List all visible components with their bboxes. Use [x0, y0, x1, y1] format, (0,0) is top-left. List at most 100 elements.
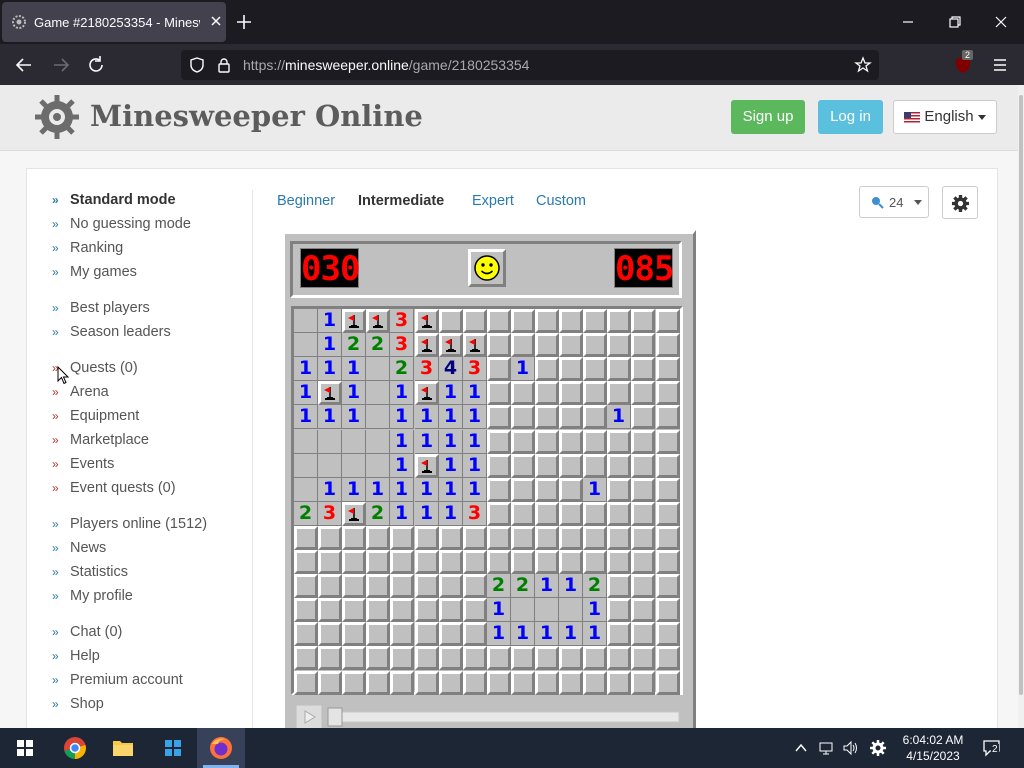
closed-cell[interactable] — [656, 574, 680, 598]
closed-cell[interactable] — [631, 526, 655, 550]
empty-cell[interactable] — [366, 454, 390, 478]
sidebar-item-players-online[interactable]: » Players online (1512) — [52, 516, 207, 532]
empty-cell[interactable] — [294, 309, 318, 333]
closed-cell[interactable] — [390, 622, 414, 646]
closed-cell[interactable] — [631, 430, 655, 454]
closed-cell[interactable] — [583, 671, 607, 695]
closed-cell[interactable] — [511, 333, 535, 357]
closed-cell[interactable] — [487, 502, 511, 526]
number-cell[interactable]: 1 — [607, 405, 631, 429]
closed-cell[interactable] — [511, 430, 535, 454]
closed-cell[interactable] — [342, 574, 366, 598]
sidebar-item-event-quests[interactable]: » Event quests (0) — [52, 480, 176, 496]
closed-cell[interactable] — [415, 671, 439, 695]
closed-cell[interactable] — [439, 646, 463, 670]
flagged-cell[interactable] — [415, 381, 439, 405]
closed-cell[interactable] — [656, 502, 680, 526]
number-cell[interactable]: 1 — [439, 478, 463, 502]
number-cell[interactable]: 1 — [294, 405, 318, 429]
tracking-shield-icon[interactable] — [188, 56, 206, 74]
number-cell[interactable]: 1 — [463, 405, 487, 429]
number-cell[interactable]: 1 — [559, 574, 583, 598]
number-cell[interactable]: 1 — [415, 502, 439, 526]
number-cell[interactable]: 1 — [318, 333, 342, 357]
closed-cell[interactable] — [607, 646, 631, 670]
closed-cell[interactable] — [656, 646, 680, 670]
number-cell[interactable]: 1 — [439, 502, 463, 526]
closed-cell[interactable] — [559, 478, 583, 502]
number-cell[interactable]: 1 — [463, 454, 487, 478]
closed-cell[interactable] — [607, 598, 631, 622]
closed-cell[interactable] — [439, 598, 463, 622]
closed-cell[interactable] — [583, 333, 607, 357]
closed-cell[interactable] — [511, 526, 535, 550]
closed-cell[interactable] — [535, 502, 559, 526]
number-cell[interactable]: 1 — [463, 381, 487, 405]
number-cell[interactable]: 1 — [342, 405, 366, 429]
closed-cell[interactable] — [535, 646, 559, 670]
number-cell[interactable]: 1 — [511, 357, 535, 381]
lock-icon[interactable] — [215, 56, 233, 74]
closed-cell[interactable] — [583, 646, 607, 670]
number-cell[interactable]: 2 — [511, 574, 535, 598]
closed-cell[interactable] — [631, 550, 655, 574]
closed-cell[interactable] — [390, 646, 414, 670]
closed-cell[interactable] — [487, 333, 511, 357]
closed-cell[interactable] — [415, 646, 439, 670]
number-cell[interactable]: 1 — [366, 478, 390, 502]
empty-cell[interactable] — [318, 454, 342, 478]
closed-cell[interactable] — [631, 598, 655, 622]
closed-cell[interactable] — [439, 526, 463, 550]
number-cell[interactable]: 1 — [439, 405, 463, 429]
closed-cell[interactable] — [583, 357, 607, 381]
closed-cell[interactable] — [342, 671, 366, 695]
number-cell[interactable]: 1 — [583, 598, 607, 622]
closed-cell[interactable] — [366, 646, 390, 670]
sign-up-button[interactable]: Sign up — [731, 100, 805, 134]
closed-cell[interactable] — [583, 502, 607, 526]
closed-cell[interactable] — [415, 598, 439, 622]
closed-cell[interactable] — [463, 622, 487, 646]
empty-cell[interactable] — [535, 598, 559, 622]
closed-cell[interactable] — [342, 550, 366, 574]
close-window-icon[interactable] — [991, 12, 1011, 32]
closed-cell[interactable] — [294, 526, 318, 550]
zoom-select[interactable]: 24 — [859, 186, 929, 218]
closed-cell[interactable] — [487, 671, 511, 695]
closed-cell[interactable] — [656, 430, 680, 454]
closed-cell[interactable] — [294, 622, 318, 646]
closed-cell[interactable] — [511, 454, 535, 478]
closed-cell[interactable] — [559, 646, 583, 670]
sidebar-item-my-profile[interactable]: » My profile — [52, 588, 133, 604]
number-cell[interactable]: 2 — [487, 574, 511, 598]
notification-center-button[interactable]: 2 — [982, 738, 1006, 760]
number-cell[interactable]: 1 — [390, 454, 414, 478]
minesweeper-logo-icon[interactable] — [33, 93, 81, 141]
empty-cell[interactable] — [294, 333, 318, 357]
chevron-up-icon[interactable] — [794, 741, 808, 755]
closed-cell[interactable] — [583, 309, 607, 333]
closed-cell[interactable] — [559, 526, 583, 550]
closed-cell[interactable] — [366, 526, 390, 550]
closed-cell[interactable] — [366, 550, 390, 574]
closed-cell[interactable] — [656, 357, 680, 381]
empty-cell[interactable] — [318, 430, 342, 454]
closed-cell[interactable] — [294, 574, 318, 598]
number-cell[interactable]: 1 — [342, 381, 366, 405]
number-cell[interactable]: 1 — [463, 478, 487, 502]
flagged-cell[interactable] — [415, 333, 439, 357]
flagged-cell[interactable] — [366, 309, 390, 333]
network-icon[interactable] — [818, 739, 836, 757]
number-cell[interactable]: 1 — [535, 622, 559, 646]
number-cell[interactable]: 1 — [390, 430, 414, 454]
closed-cell[interactable] — [631, 454, 655, 478]
closed-cell[interactable] — [390, 574, 414, 598]
closed-cell[interactable] — [487, 309, 511, 333]
closed-cell[interactable] — [535, 381, 559, 405]
flagged-cell[interactable] — [318, 381, 342, 405]
browser-tab[interactable]: Game #2180253354 - Minesweeper Online — [2, 2, 226, 42]
closed-cell[interactable] — [656, 526, 680, 550]
closed-cell[interactable] — [487, 381, 511, 405]
number-cell[interactable]: 1 — [583, 622, 607, 646]
closed-cell[interactable] — [511, 646, 535, 670]
